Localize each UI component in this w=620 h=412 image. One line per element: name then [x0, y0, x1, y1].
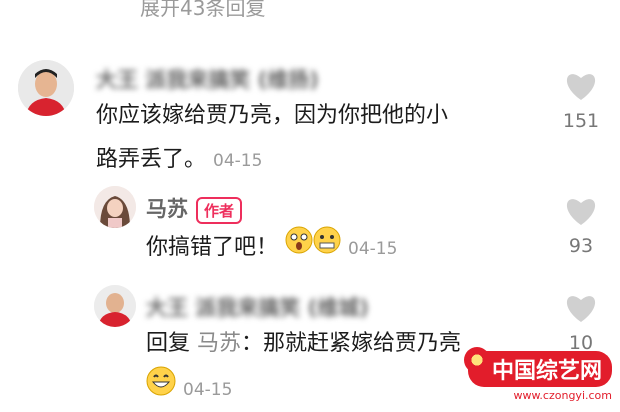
comment-date: 04-15 — [348, 239, 398, 259]
avatar[interactable] — [94, 186, 136, 228]
reply-target-name[interactable]: 马苏 — [197, 331, 241, 356]
comment-date: 04-15 — [183, 380, 233, 400]
comment-author-name[interactable]: 马苏 作者 — [146, 193, 243, 224]
heart-icon — [566, 199, 596, 225]
like-count: 93 — [568, 235, 594, 257]
heart-icon — [566, 296, 596, 322]
comment-text: 回复 马苏：那就赶紧嫁给贾乃亮 04-15 — [146, 322, 461, 412]
avatar[interactable] — [94, 285, 136, 327]
watermark-logo: 中国综艺网 — [463, 347, 612, 387]
like-button[interactable]: 10 — [558, 292, 604, 354]
comment-date: 04-15 — [213, 151, 263, 171]
like-button[interactable]: 151 — [558, 70, 604, 132]
grinning-face-emoji-icon — [146, 366, 176, 412]
watermark-url: www.czongyi.com — [513, 389, 612, 402]
dizzy-face-emoji-icon — [285, 226, 313, 270]
heart-icon — [566, 74, 596, 100]
sealed-mouth-emoji-icon — [313, 226, 341, 270]
avatar[interactable] — [18, 60, 74, 116]
site-watermark: 中国综艺网 www.czongyi.com — [463, 347, 612, 402]
expand-replies-link[interactable]: 展开43条回复 — [140, 0, 265, 21]
like-button[interactable]: 93 — [558, 195, 604, 257]
author-badge: 作者 — [196, 196, 243, 224]
comment-text: 你应该嫁给贾乃亮，因为你把他的小 路弄丢了。 04-15 — [96, 103, 449, 172]
comment-author-name[interactable]: 大王 派我来搞笑 (维扬) — [96, 64, 319, 94]
like-count: 151 — [562, 110, 600, 132]
comment-author-name[interactable]: 大王 派我来搞笑 (维城) — [146, 292, 369, 322]
comment-text: 你搞错了吧！ 04-15 — [146, 226, 397, 271]
